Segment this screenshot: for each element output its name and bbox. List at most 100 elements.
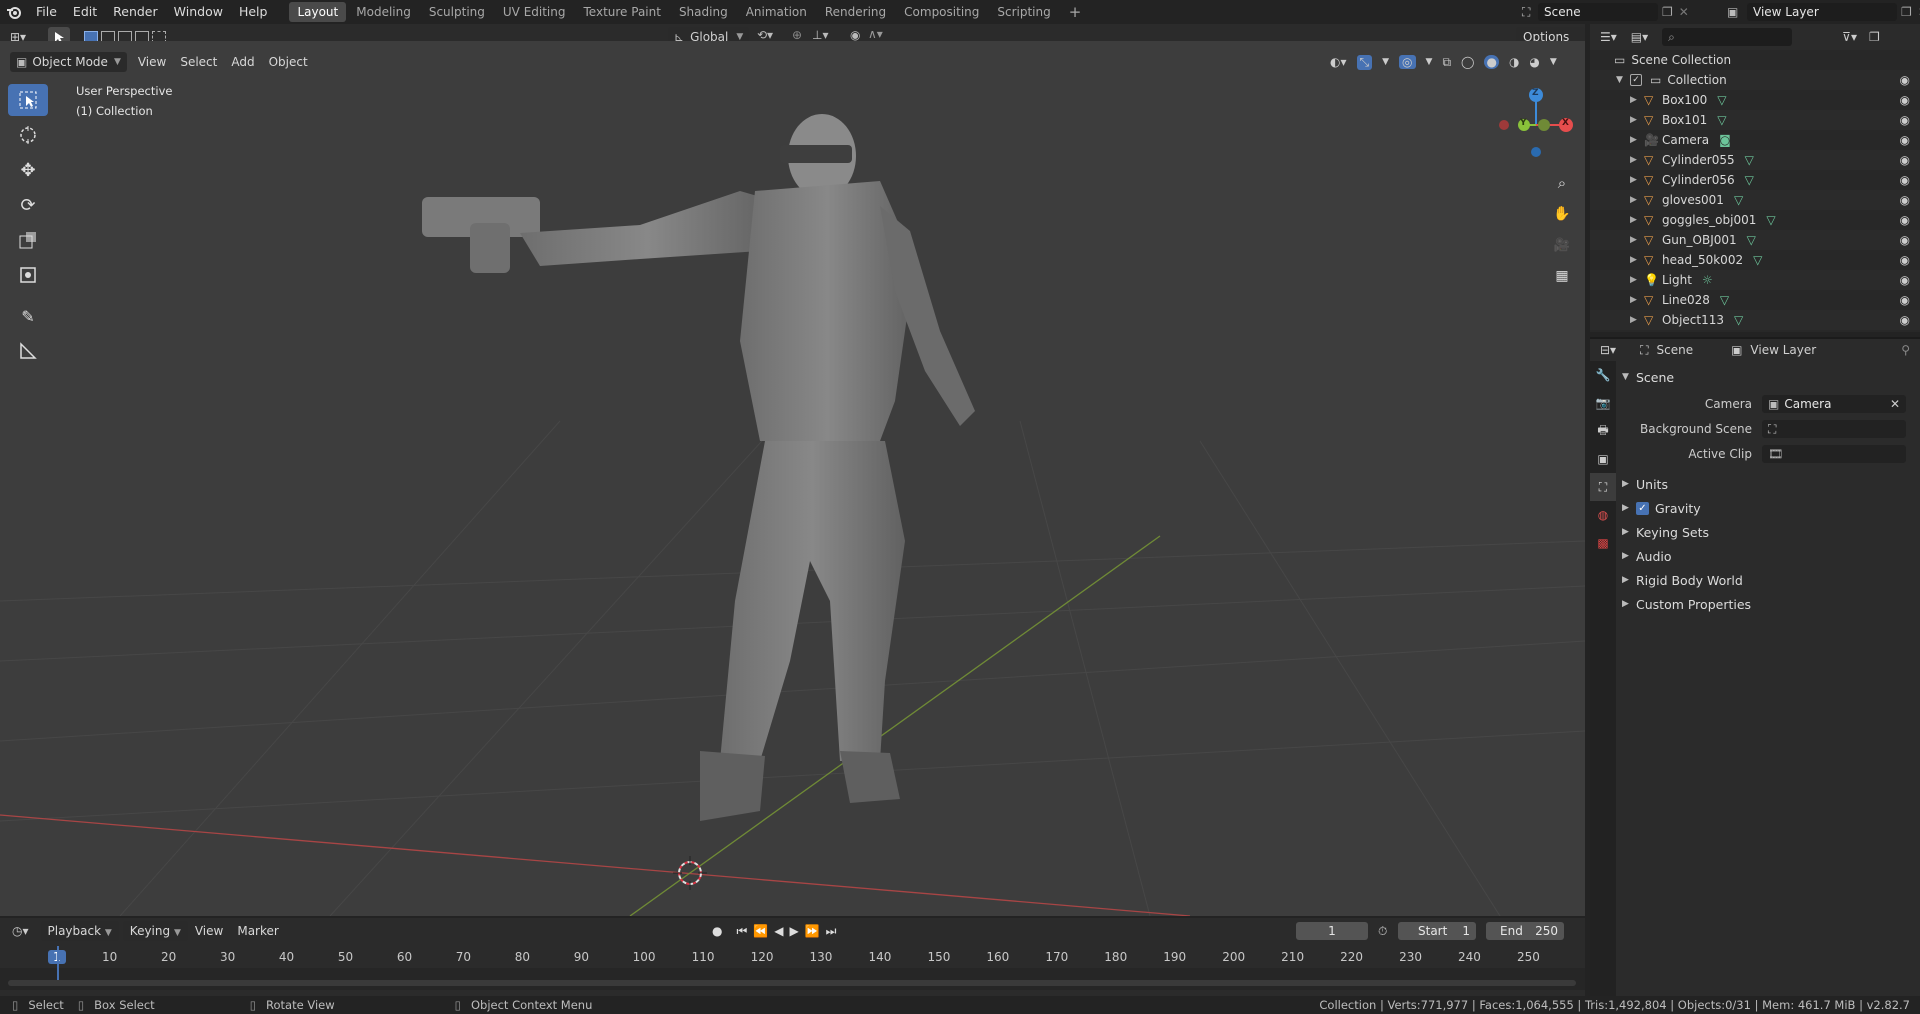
mode-dropdown[interactable]: ▣ Object Mode ▼ (10, 52, 127, 72)
mesh-data-icon[interactable]: ▽ (1717, 113, 1726, 127)
workspace-tab-sculpting[interactable]: Sculpting (421, 2, 493, 22)
visibility-eye-icon[interactable]: ◉ (1900, 193, 1910, 207)
annotate-tool-icon[interactable]: ✎ (8, 300, 48, 332)
gravity-checkbox[interactable]: ✓ (1636, 501, 1649, 515)
outliner-item[interactable]: ▶ 🎥 Camera ◙ ◉ (1590, 130, 1920, 150)
expand-arrow-icon[interactable]: ▶ (1630, 155, 1644, 165)
ortho-grid-icon[interactable]: ▦ (1548, 262, 1576, 290)
jump-start-icon[interactable]: ⏮ (736, 924, 747, 939)
outliner-item[interactable]: ▶ ▽ Line028 ▽ ◉ (1590, 290, 1920, 310)
texture-tab-icon[interactable]: ▩ (1590, 529, 1616, 557)
outliner-item[interactable]: ▶ ▽ head_50k002 ▽ ◉ (1590, 250, 1920, 270)
mesh-data-icon[interactable]: ▽ (1720, 293, 1729, 307)
outliner-item[interactable]: ▶ ▽ Box100 ▽ ◉ (1590, 90, 1920, 110)
frame-ruler[interactable]: 1102030405060708090100110120130140150160… (0, 948, 1585, 968)
visibility-eye-icon[interactable]: ◉ (1900, 233, 1910, 247)
timeline-scrollbar[interactable] (8, 980, 1576, 986)
outliner-editor-icon[interactable]: ☰▾ (1600, 30, 1617, 44)
world-tab-icon[interactable]: ◍ (1590, 501, 1616, 529)
outliner-search-input[interactable]: ⌕ (1662, 28, 1793, 46)
scene-name-field[interactable]: Scene (1538, 3, 1658, 21)
visibility-eye-icon[interactable]: ◉ (1900, 113, 1910, 127)
solid-shading-icon[interactable]: ● (1484, 55, 1499, 69)
workspace-tab-compositing[interactable]: Compositing (896, 2, 987, 22)
camera-view-icon[interactable]: 🎥 (1548, 231, 1576, 259)
menu-object[interactable]: Object (262, 52, 315, 72)
scene-panel-header[interactable]: ▼ Scene (1622, 365, 1916, 389)
view-layer-icon[interactable]: ▣ (1727, 5, 1747, 19)
visibility-eye-icon[interactable]: ◉ (1900, 133, 1910, 147)
visibility-eye-icon[interactable]: ◉ (1900, 153, 1910, 167)
tool-tab-icon[interactable]: 🔧 (1590, 361, 1616, 389)
mesh-data-icon[interactable]: ▽ (1745, 153, 1754, 167)
preview-range-icon[interactable]: ⏱ (1378, 924, 1387, 939)
menu-edit[interactable]: Edit (65, 0, 105, 24)
record-icon[interactable]: ● (712, 924, 722, 938)
mesh-data-icon[interactable]: ▽ (1747, 233, 1756, 247)
gizmo-dropdown-icon[interactable]: ▼ (1382, 57, 1389, 67)
visibility-eye-icon[interactable]: ◉ (1900, 253, 1910, 267)
menu-view[interactable]: View (131, 52, 173, 72)
menu-file[interactable]: File (28, 0, 65, 24)
3d-viewport[interactable]: User Perspective (1) Collection Z X Y ⌕ … (0, 41, 1585, 916)
scale-tool-icon[interactable] (8, 224, 48, 256)
mesh-data-icon[interactable]: ▽ (1717, 93, 1726, 107)
blender-logo-icon[interactable] (0, 0, 28, 24)
gizmo-toggle-icon[interactable]: ⤡ (1356, 54, 1373, 70)
new-collection-icon[interactable]: ❐ (1869, 30, 1880, 44)
xray-icon[interactable]: ⧉ (1442, 55, 1451, 70)
audio-panel-header[interactable]: ▶ Audio (1622, 544, 1916, 568)
playback-dropdown[interactable]: Playback ▼ (40, 921, 119, 941)
outliner-item[interactable]: ▶ ▽ Object113 ▽ ◉ (1590, 310, 1920, 330)
menu-help[interactable]: Help (231, 0, 276, 24)
wireframe-shading-icon[interactable]: ◯ (1461, 55, 1474, 69)
navigation-gizmo[interactable]: Z X Y (1496, 85, 1576, 165)
outliner-item[interactable]: ▶ ▽ goggles_obj001 ▽ ◉ (1590, 210, 1920, 230)
scene-tab-icon[interactable]: ⛶ (1590, 473, 1616, 501)
pin-icon[interactable]: ⚲ (1901, 343, 1910, 357)
expand-arrow-icon[interactable]: ▶ (1630, 215, 1644, 225)
expand-arrow-icon[interactable]: ▶ (1630, 235, 1644, 245)
expand-arrow-icon[interactable]: ▶ (1630, 295, 1644, 305)
visibility-eye-icon[interactable]: ◉ (1900, 293, 1910, 307)
visibility-eye-icon[interactable]: ◉ (1900, 73, 1910, 87)
menu-window[interactable]: Window (166, 0, 231, 24)
outliner-item[interactable]: ▶ 💡 Light ☼ ◉ (1590, 270, 1920, 290)
new-view-layer-icon[interactable]: ❐ (1901, 5, 1912, 19)
workspace-tab-modeling[interactable]: Modeling (348, 2, 419, 22)
zoom-icon[interactable]: ⌕ (1548, 169, 1576, 197)
expand-arrow-icon[interactable]: ▶ (1630, 255, 1644, 265)
expand-arrow-icon[interactable]: ▶ (1630, 195, 1644, 205)
expand-arrow-icon[interactable]: ▶ (1630, 115, 1644, 125)
clear-icon[interactable]: ✕ (1890, 395, 1900, 413)
active-clip-field[interactable]: 🎞 (1762, 444, 1906, 463)
select-box-tool-icon[interactable] (8, 84, 48, 116)
timeline-view-menu[interactable]: View (188, 921, 230, 941)
workspace-tab-rendering[interactable]: Rendering (817, 2, 894, 22)
light-data-icon[interactable]: ☼ (1702, 273, 1713, 287)
gravity-panel-header[interactable]: ▶ ✓ Gravity (1622, 496, 1916, 520)
visibility-icon[interactable]: ◐▾ (1330, 55, 1347, 69)
play-reverse-icon[interactable]: ◀ (774, 924, 783, 938)
add-workspace-button[interactable]: + (1061, 2, 1090, 22)
visibility-eye-icon[interactable]: ◉ (1900, 173, 1910, 187)
rigid-body-world-panel-header[interactable]: ▶ Rigid Body World (1622, 568, 1916, 592)
visibility-eye-icon[interactable]: ◉ (1900, 313, 1910, 327)
menu-render[interactable]: Render (105, 0, 166, 24)
checkbox-icon[interactable]: ✓ (1630, 74, 1642, 86)
expand-arrow-icon[interactable]: ▶ (1630, 95, 1644, 105)
output-tab-icon[interactable]: 🖶 (1590, 417, 1616, 445)
start-frame-field[interactable]: Start 1 (1398, 922, 1476, 940)
outliner-item[interactable]: ▶ ▽ gloves001 ▽ ◉ (1590, 190, 1920, 210)
character-model[interactable] (422, 114, 975, 821)
visibility-eye-icon[interactable]: ◉ (1900, 273, 1910, 287)
timeline-track-area[interactable] (0, 946, 1585, 990)
view-layer-tab-icon[interactable]: ▣ (1590, 445, 1616, 473)
expand-arrow-icon[interactable]: ▶ (1630, 315, 1644, 325)
view-layer-field[interactable]: View Layer (1747, 3, 1897, 21)
falloff-icon[interactable]: ∧▾ (868, 27, 883, 41)
keying-dropdown[interactable]: Keying ▼ (122, 921, 188, 941)
outliner-item[interactable]: ▶ ▽ Cylinder056 ▽ ◉ (1590, 170, 1920, 190)
jump-end-icon[interactable]: ⏭ (826, 924, 837, 939)
background-scene-field[interactable]: ⛶ (1762, 419, 1906, 438)
